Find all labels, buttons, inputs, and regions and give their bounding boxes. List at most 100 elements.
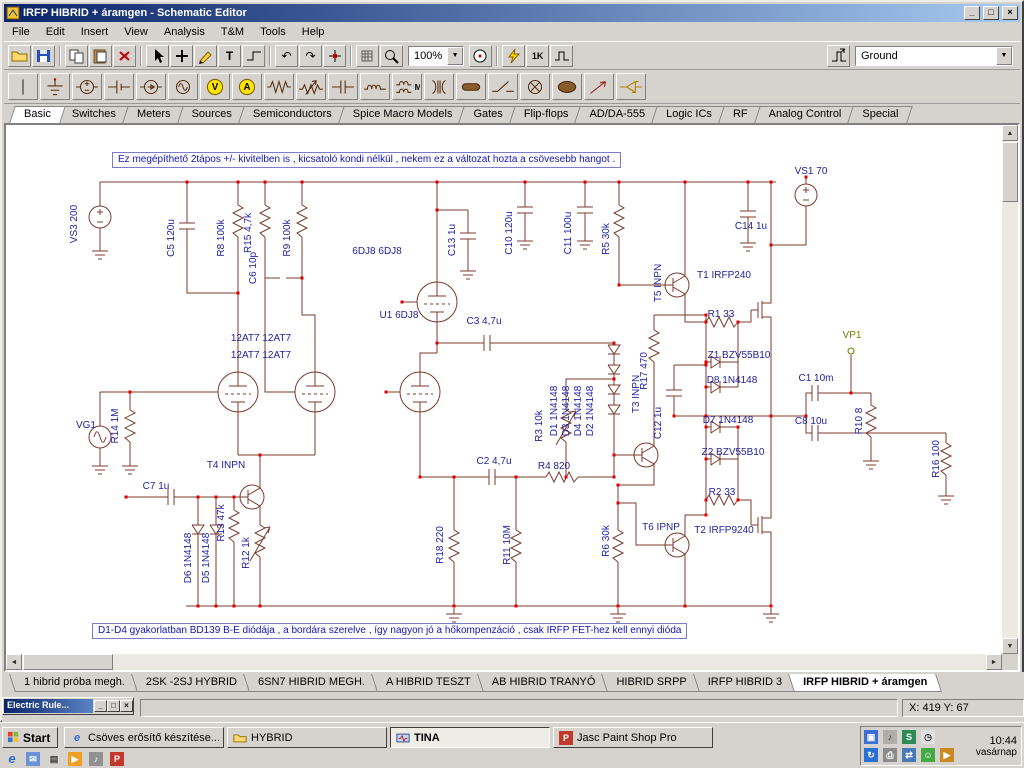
close-button[interactable]: ×	[120, 700, 133, 712]
sheet-tab-6[interactable]: HIBRID SRPP	[604, 674, 698, 692]
select-icon[interactable]	[146, 44, 169, 67]
delete-icon[interactable]	[113, 44, 136, 67]
task-hybrid-folder[interactable]: HYBRID	[227, 727, 387, 748]
sheet-tab-3[interactable]: 6SN7 HIBRID MEGH.	[246, 674, 377, 692]
outlook-icon[interactable]: ✉	[25, 751, 41, 767]
sheet-tab-8[interactable]: IRFP HIBRID + áramgen	[791, 674, 939, 692]
menu-help[interactable]: Help	[294, 24, 333, 40]
media-player-icon[interactable]: ▶	[67, 751, 83, 767]
lamp-icon[interactable]	[520, 73, 550, 100]
chevron-down-icon[interactable]: ▼	[447, 46, 464, 65]
potentiometer-icon[interactable]	[296, 73, 326, 100]
chevron-down-icon[interactable]: ▼	[996, 46, 1012, 65]
dc-meter-icon[interactable]	[469, 44, 493, 67]
internet-explorer-icon[interactable]: e	[4, 751, 20, 767]
horizontal-scrollbar[interactable]: ◄ ►	[6, 654, 1002, 670]
node-icon[interactable]	[323, 44, 346, 67]
pen-icon[interactable]	[194, 44, 217, 67]
menu-edit[interactable]: Edit	[38, 24, 73, 40]
show-desktop-icon[interactable]: ▤	[46, 751, 62, 767]
ground-select[interactable]: Ground ▼	[855, 45, 1013, 66]
minimize-button[interactable]: _	[964, 6, 980, 20]
menu-tm[interactable]: T&M	[213, 24, 252, 40]
tab-flip-flops[interactable]: Flip-flops	[512, 106, 581, 123]
zoom-select[interactable]: 100% ▼	[408, 45, 465, 66]
sheet-tab-2[interactable]: 2SK -2SJ HYBRID	[134, 674, 249, 692]
vertical-scroll-thumb[interactable]	[1002, 142, 1018, 202]
switch-icon[interactable]	[488, 73, 518, 100]
relay-icon[interactable]	[552, 73, 582, 100]
ground-icon[interactable]	[40, 73, 70, 100]
display-icon[interactable]: ▣	[863, 729, 879, 745]
start-button[interactable]: Start	[2, 727, 58, 748]
close-button[interactable]: ×	[1002, 6, 1018, 20]
menu-analysis[interactable]: Analysis	[156, 24, 213, 40]
wire-icon[interactable]	[242, 44, 265, 67]
task-internet-explorer[interactable]: e Csöves erősítő készítése...	[64, 727, 224, 748]
zener-icon[interactable]	[616, 73, 646, 100]
transient-icon[interactable]	[550, 44, 574, 67]
io-icon[interactable]	[827, 44, 850, 67]
tab-logic-ics[interactable]: Logic ICs	[654, 106, 724, 123]
menu-view[interactable]: View	[116, 24, 156, 40]
copy-icon[interactable]	[65, 44, 88, 67]
open-icon[interactable]	[8, 44, 31, 67]
scheduler-icon[interactable]: ◷	[920, 729, 936, 745]
menu-file[interactable]: File	[4, 24, 38, 40]
inductor-icon[interactable]	[360, 73, 390, 100]
update-icon[interactable]: ↻	[863, 747, 879, 763]
redo-icon[interactable]: ↷	[299, 44, 322, 67]
horizontal-scroll-thumb[interactable]	[23, 654, 113, 670]
interactive-icon[interactable]	[502, 44, 526, 67]
menu-insert[interactable]: Insert	[73, 24, 117, 40]
sheet-tab-4[interactable]: A HIBRID TESZT	[374, 674, 483, 692]
minimize-button[interactable]: _	[94, 700, 107, 712]
scroll-down-icon[interactable]: ▼	[1002, 638, 1018, 654]
media-icon[interactable]: ▶	[939, 747, 955, 763]
scroll-left-icon[interactable]: ◄	[6, 654, 22, 670]
meter-1k-icon[interactable]: 1K	[526, 44, 550, 67]
tab-switches[interactable]: Switches	[60, 106, 128, 123]
wire-icon[interactable]	[8, 73, 38, 100]
grid-icon[interactable]	[356, 44, 379, 67]
task-tina[interactable]: TINA	[390, 727, 550, 748]
restore-button[interactable]: □	[107, 700, 120, 712]
coupled-inductor-icon[interactable]: M	[392, 73, 422, 100]
titlebar[interactable]: IRFP HIBRID + áramgen - Schematic Editor…	[4, 4, 1020, 22]
zoom-icon[interactable]	[380, 44, 403, 67]
undo-icon[interactable]: ↶	[275, 44, 298, 67]
voltage-source-icon[interactable]	[72, 73, 102, 100]
schematic-canvas[interactable]: VS3 200 C5 120u R8 100k R15 4,7k C6 10p R9 10…	[4, 123, 1020, 672]
antivirus-icon[interactable]: S	[901, 729, 917, 745]
tab-spice-macro-models[interactable]: Spice Macro Models	[341, 106, 465, 123]
volume-icon[interactable]: ♪	[882, 729, 898, 745]
printer-icon[interactable]: ⎙	[882, 747, 898, 763]
transformer-icon[interactable]	[424, 73, 454, 100]
vertical-scrollbar[interactable]: ▲ ▼	[1002, 125, 1018, 654]
tab-gates[interactable]: Gates	[461, 106, 514, 123]
tab-analog-control[interactable]: Analog Control	[757, 106, 854, 123]
save-icon[interactable]	[32, 44, 55, 67]
electric-rule-window[interactable]: Electric Rule... _ □ ×	[2, 697, 134, 715]
paint-icon[interactable]: P	[109, 751, 125, 767]
tab-ad-da-555[interactable]: AD/DA-555	[577, 106, 657, 123]
tab-basic[interactable]: Basic	[12, 106, 63, 123]
capacitor-icon[interactable]	[328, 73, 358, 100]
voltage-arrow-icon[interactable]	[584, 73, 614, 100]
text-icon[interactable]: T	[218, 44, 241, 67]
tab-special[interactable]: Special	[850, 106, 910, 123]
tab-meters[interactable]: Meters	[125, 106, 183, 123]
sheet-tab-1[interactable]: 1 hibrid próba megh.	[12, 674, 137, 692]
generator-icon[interactable]	[168, 73, 198, 100]
restore-button[interactable]: □	[983, 6, 999, 20]
task-paint-shop-pro[interactable]: P Jasc Paint Shop Pro	[553, 727, 713, 748]
sheet-tab-5[interactable]: AB HIBRID TRANYÓ	[480, 674, 608, 692]
battery-icon[interactable]	[104, 73, 134, 100]
ammeter-icon[interactable]: A	[232, 73, 262, 100]
tab-semiconductors[interactable]: Semiconductors	[241, 106, 344, 123]
network-icon[interactable]: ⇄	[901, 747, 917, 763]
resistor-icon[interactable]	[264, 73, 294, 100]
voltmeter-icon[interactable]: V	[200, 73, 230, 100]
schematic-sheet[interactable]: VS3 200 C5 120u R8 100k R15 4,7k C6 10p R9 10…	[6, 125, 1002, 654]
paste-icon[interactable]	[89, 44, 112, 67]
